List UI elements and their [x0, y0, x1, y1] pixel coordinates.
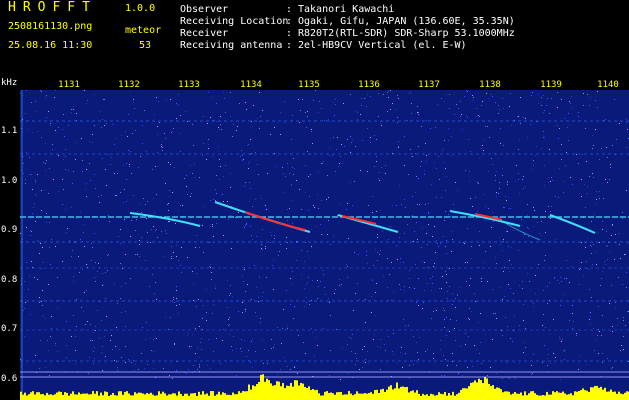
x-tick-1133: 1133: [178, 80, 200, 90]
meteor-echoes: [129, 201, 596, 241]
app-version: 1.0.0: [125, 3, 156, 14]
x-tick-1132: 1132: [118, 80, 140, 90]
receiver-label: Receiver: [180, 28, 229, 39]
y-tick-0-7: 0.7: [1, 324, 18, 334]
x-tick-1140: 1140: [597, 80, 619, 90]
antenna-label: Receiving antenna: [180, 40, 283, 51]
y-tick-0-8: 0.8: [1, 275, 18, 285]
location-label: Receiving Location: [180, 16, 289, 27]
y-tick-0-6: 0.6: [1, 374, 18, 384]
y-tick-0-9: 0.9: [1, 225, 18, 235]
waterfall-svg: [20, 90, 629, 400]
observer-label: Observer: [180, 4, 229, 15]
x-tick-1134: 1134: [240, 80, 262, 90]
x-tick-1138: 1138: [479, 80, 501, 90]
meteor-count: 53: [139, 40, 152, 51]
receiver-colon: :: [286, 28, 293, 39]
y-tick-1-0: 1.0: [1, 176, 18, 186]
x-tick-1139: 1139: [540, 80, 562, 90]
location-value: Ogaki, Gifu, JAPAN (136.60E, 35.35N): [298, 16, 515, 27]
meteor-echo: [449, 210, 521, 227]
x-tick-1135: 1135: [298, 80, 320, 90]
header-panel: HROFFT 1.0.0 2508161130.png meteor 25.08…: [0, 0, 629, 78]
x-tick-1137: 1137: [418, 80, 440, 90]
x-tick-1131: 1131: [58, 80, 80, 90]
y-tick-1-1: 1.1: [1, 126, 18, 136]
observer-colon: :: [286, 4, 293, 15]
noise-layer: [20, 90, 629, 380]
file-name: 2508161130.png: [8, 21, 93, 32]
observer-value: Takanori Kawachi: [298, 4, 395, 15]
meteor-echo: [129, 212, 201, 227]
receiver-value: R820T2(RTL-SDR) SDR-Sharp 53.1000MHz: [298, 28, 515, 39]
meteor-label: meteor: [125, 25, 162, 36]
x-tick-1136: 1136: [358, 80, 380, 90]
meteor-echo: [499, 219, 541, 241]
timestamp: 25.08.16 11:30: [8, 40, 93, 51]
app-title: HROFFT: [8, 0, 97, 15]
signal-level-bars: [20, 374, 629, 400]
y-axis-unit: kHz: [1, 78, 18, 88]
antenna-value: 2el-HB9CV Vertical (el. E-W): [298, 40, 467, 51]
meteor-echo: [244, 211, 306, 231]
antenna-colon: :: [286, 40, 293, 51]
waterfall-spectrogram: [20, 90, 629, 400]
location-colon: :: [286, 16, 293, 27]
